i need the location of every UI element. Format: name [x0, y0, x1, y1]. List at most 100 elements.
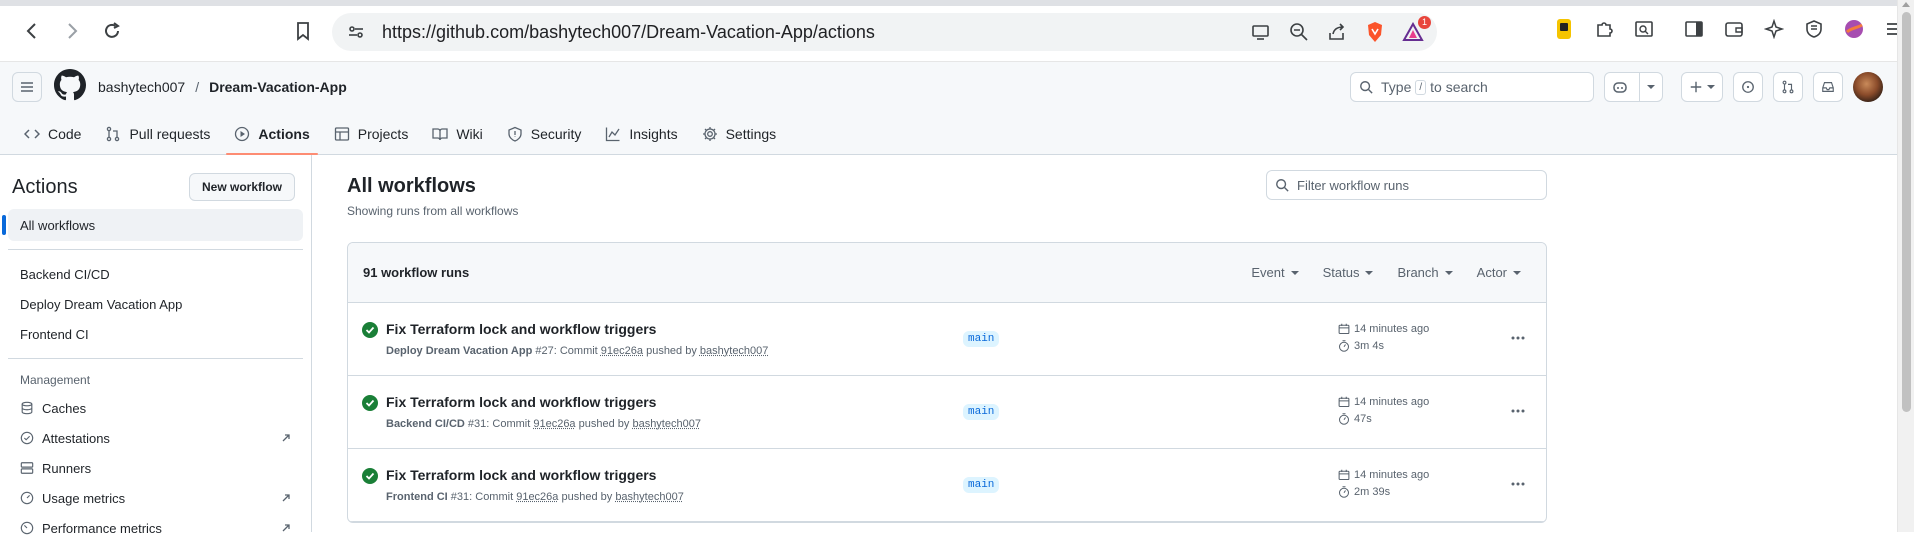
profile-icon[interactable]: [1842, 17, 1866, 41]
global-nav-menu-button[interactable]: [12, 72, 42, 102]
branch-badge[interactable]: main: [963, 477, 999, 493]
sidebar-item-label: Frontend CI: [20, 327, 89, 342]
sidebar-item-usage-metrics[interactable]: Usage metrics: [8, 483, 303, 513]
tab-security[interactable]: Security: [499, 112, 590, 155]
chevron-down-icon: [1707, 85, 1715, 89]
repo-tabs: Code Pull requests Actions Projects Wiki…: [0, 112, 1897, 155]
run-commit-link[interactable]: 91ec26a: [601, 345, 643, 357]
pull-requests-button[interactable]: [1773, 72, 1803, 102]
site-settings-icon[interactable]: [344, 20, 368, 44]
run-actor-link[interactable]: bashytech007: [615, 491, 684, 503]
branch-badge[interactable]: main: [963, 331, 999, 347]
workflow-run-row[interactable]: Fix Terraform lock and workflow triggers…: [348, 303, 1546, 376]
external-link-icon: [281, 493, 291, 503]
forward-button[interactable]: [52, 11, 92, 51]
brave-rewards-icon[interactable]: 1: [1401, 20, 1425, 44]
sidebar-item-all-workflows[interactable]: All workflows: [8, 209, 303, 241]
kebab-horizontal-icon[interactable]: [1510, 476, 1526, 492]
run-number: #31: Commit: [468, 418, 530, 430]
back-arrow-icon: [22, 21, 42, 41]
copilot-dropdown[interactable]: [1639, 73, 1662, 101]
sidebar-title: Actions: [12, 176, 78, 199]
vpn-shield-icon[interactable]: [1802, 17, 1826, 41]
workflow-run-row[interactable]: Fix Terraform lock and workflow triggers…: [348, 449, 1546, 522]
branch-filter-dropdown[interactable]: Branch: [1397, 265, 1452, 280]
sidebar-item-attestations[interactable]: Attestations: [8, 423, 303, 453]
sidebar-item-label: Backend CI/CD: [20, 267, 110, 282]
inbox-button[interactable]: [1813, 72, 1843, 102]
tab-wiki[interactable]: Wiki: [424, 112, 490, 155]
tab-label: Projects: [358, 126, 409, 142]
kebab-horizontal-icon[interactable]: [1510, 403, 1526, 419]
tab-code[interactable]: Code: [16, 112, 89, 155]
install-app-icon[interactable]: [1249, 20, 1273, 44]
scrollbar-thumb[interactable]: [1902, 12, 1911, 412]
brave-shields-icon[interactable]: [1363, 20, 1387, 44]
dropdown-label: Status: [1323, 265, 1360, 280]
repo-name-link[interactable]: Dream-Vacation-App: [209, 79, 347, 95]
reading-mode-icon[interactable]: [1632, 17, 1656, 41]
run-title-link[interactable]: Fix Terraform lock and workflow triggers: [386, 467, 656, 483]
sidebar-item-performance-metrics[interactable]: Performance metrics: [8, 513, 303, 543]
repo-owner-link[interactable]: bashytech007: [98, 79, 185, 95]
filter-workflow-runs-input[interactable]: Filter workflow runs: [1266, 170, 1547, 200]
github-logo-icon[interactable]: [54, 69, 86, 106]
tab-insights[interactable]: Insights: [597, 112, 685, 155]
page-scrollbar[interactable]: [1897, 0, 1914, 532]
workflow-run-row[interactable]: Fix Terraform lock and workflow triggers…: [348, 376, 1546, 449]
sidebar-item-deploy-dream-vacation-app[interactable]: Deploy Dream Vacation App: [8, 288, 303, 320]
tab-projects[interactable]: Projects: [326, 112, 417, 155]
issues-button[interactable]: [1733, 72, 1763, 102]
scroll-up-arrow-icon[interactable]: [1902, 2, 1910, 7]
reload-icon: [102, 21, 122, 41]
sidebar-toggle-icon[interactable]: [1682, 17, 1706, 41]
reload-button[interactable]: [92, 11, 132, 51]
sidebar-item-frontend-ci[interactable]: Frontend CI: [8, 318, 303, 350]
gear-icon: [702, 126, 718, 142]
sidebar-divider: [8, 358, 303, 359]
calendar-icon: [1338, 323, 1350, 335]
actor-filter-dropdown[interactable]: Actor: [1477, 265, 1521, 280]
back-button[interactable]: [12, 11, 52, 51]
run-actor-link[interactable]: bashytech007: [632, 418, 701, 430]
copilot-button[interactable]: [1604, 72, 1663, 102]
tab-actions[interactable]: Actions: [226, 112, 317, 155]
run-commit-link[interactable]: 91ec26a: [533, 418, 575, 430]
address-bar[interactable]: https://github.com/bashytech007/Dream-Va…: [332, 13, 1437, 51]
event-filter-dropdown[interactable]: Event: [1251, 265, 1298, 280]
sidebar-item-backend-ci-cd[interactable]: Backend CI/CD: [8, 258, 303, 290]
create-new-button[interactable]: [1681, 72, 1723, 102]
zoom-out-icon[interactable]: [1287, 20, 1311, 44]
sidebar-item-runners[interactable]: Runners: [8, 453, 303, 483]
kebab-horizontal-icon[interactable]: [1510, 330, 1526, 346]
avatar[interactable]: [1853, 72, 1883, 102]
run-title-link[interactable]: Fix Terraform lock and workflow triggers: [386, 394, 656, 410]
leo-ai-icon[interactable]: [1762, 17, 1786, 41]
sidebar-item-label: Attestations: [42, 431, 110, 446]
search-input[interactable]: Type / to search: [1350, 72, 1594, 102]
copilot-icon[interactable]: [1605, 73, 1635, 101]
share-icon[interactable]: [1325, 20, 1349, 44]
git-pull-request-icon: [1781, 80, 1795, 94]
run-actor-link[interactable]: bashytech007: [700, 345, 769, 357]
status-filter-dropdown[interactable]: Status: [1323, 265, 1374, 280]
sidebar-section-management: Management: [0, 367, 311, 393]
bookmark-button[interactable]: [283, 11, 323, 51]
workflow-runs-list: 91 workflow runs Event Status Branch Act…: [347, 242, 1547, 523]
run-title-link[interactable]: Fix Terraform lock and workflow triggers: [386, 321, 656, 337]
run-commit-link[interactable]: 91ec26a: [516, 491, 558, 503]
tab-label: Actions: [258, 126, 309, 142]
extension-yellow-icon[interactable]: [1552, 17, 1576, 41]
extensions-puzzle-icon[interactable]: [1592, 17, 1616, 41]
branch-badge[interactable]: main: [963, 404, 999, 420]
wallet-icon[interactable]: [1722, 17, 1746, 41]
new-workflow-button[interactable]: New workflow: [189, 173, 295, 201]
plus-icon: [1689, 80, 1703, 94]
tab-settings[interactable]: Settings: [694, 112, 785, 155]
tab-pull-requests[interactable]: Pull requests: [97, 112, 218, 155]
sidebar-divider: [8, 249, 303, 250]
sidebar-item-label: Runners: [42, 461, 91, 476]
run-timing: 14 minutes ago 47s: [1338, 396, 1429, 425]
sidebar-item-caches[interactable]: Caches: [8, 393, 303, 423]
meter-icon: [20, 491, 34, 505]
